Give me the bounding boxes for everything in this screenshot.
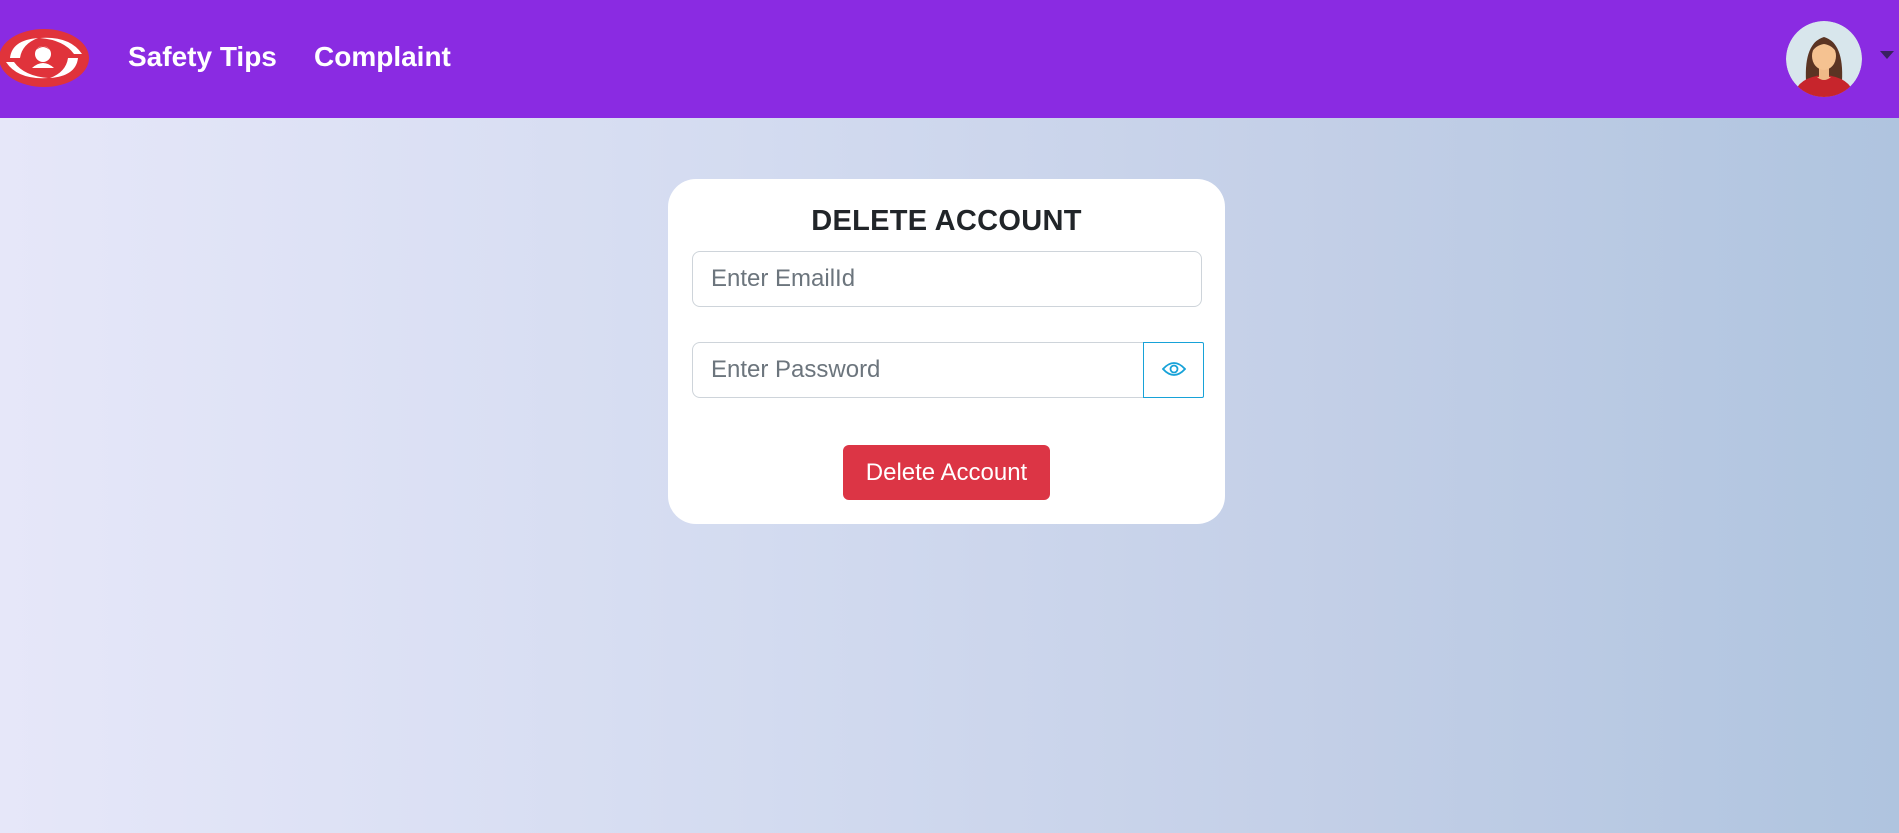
logo-icon[interactable] [0,28,90,88]
nav-link-complaint[interactable]: Complaint [314,38,451,76]
toggle-password-visibility-button[interactable] [1143,342,1204,398]
user-avatar[interactable] [1786,21,1862,97]
card-title: DELETE ACCOUNT [811,205,1082,237]
email-input[interactable] [692,251,1202,307]
delete-account-button[interactable]: Delete Account [843,445,1050,500]
caret-down-icon[interactable] [1880,51,1894,59]
eye-icon [1161,361,1186,380]
password-input[interactable] [692,342,1144,398]
nav-link-safety-tips[interactable]: Safety Tips [128,38,277,76]
navbar: Safety Tips Complaint [0,0,1899,118]
delete-account-card: DELETE ACCOUNT Delete Account [668,179,1225,524]
